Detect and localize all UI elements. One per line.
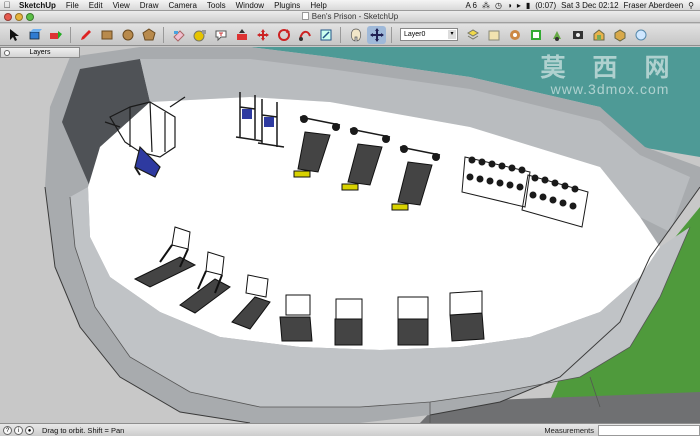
- menu-file[interactable]: File: [61, 1, 84, 10]
- menu-help[interactable]: Help: [305, 1, 331, 10]
- watermark-url: www.3dmox.com: [550, 81, 670, 97]
- scale-icon[interactable]: [316, 26, 335, 44]
- treadmill-5[interactable]: [334, 298, 363, 346]
- layer-select[interactable]: Layer0 ▾: [400, 28, 458, 41]
- layer-select-value: Layer0: [404, 31, 426, 38]
- rotate-icon[interactable]: [274, 26, 293, 44]
- components-icon[interactable]: [505, 26, 524, 44]
- layers-palette-title: Layers: [29, 49, 51, 56]
- watermark: 莫 西 网 www.3dmox.com: [530, 55, 690, 97]
- toolbar: Layer0 ▾: [0, 24, 700, 46]
- bluetooth-icon[interactable]: ⁂: [482, 1, 490, 10]
- menu-sketchup[interactable]: SketchUp: [14, 1, 61, 10]
- rectangle-icon[interactable]: [97, 26, 116, 44]
- menu-draw[interactable]: Draw: [135, 1, 164, 10]
- move-icon[interactable]: [253, 26, 272, 44]
- battery-time[interactable]: (0:07): [535, 1, 556, 10]
- adobe-status[interactable]: A 6: [465, 1, 477, 10]
- battery-icon[interactable]: ▮: [526, 1, 530, 10]
- toolbar-separator: [163, 26, 164, 43]
- toolbar-separator: [391, 26, 392, 43]
- status-hint: Drag to orbit. Shift = Pan: [42, 425, 125, 435]
- measurements-input[interactable]: [598, 424, 700, 436]
- credits-icon[interactable]: i: [14, 425, 23, 435]
- orbit-icon[interactable]: [346, 26, 365, 44]
- document-icon: [301, 12, 309, 20]
- time-machine-icon[interactable]: ◷: [495, 1, 502, 10]
- model-viewport[interactable]: 莫 西 网 www.3dmox.com: [0, 47, 700, 423]
- layers-icon[interactable]: [463, 26, 482, 44]
- apple-menu-icon[interactable]: : [0, 0, 14, 10]
- model-scene[interactable]: [0, 47, 700, 423]
- layers-palette[interactable]: Layers: [0, 47, 80, 58]
- measurements-label: Measurements: [544, 425, 594, 435]
- menu-bar:  SketchUp File Edit View Draw Camera To…: [0, 0, 700, 11]
- treadmill-6[interactable]: [397, 296, 429, 346]
- window-title: Ben's Prison - SketchUp: [0, 12, 700, 21]
- window-title-text: Ben's Prison - SketchUp: [311, 12, 399, 21]
- toolbar-separator: [70, 26, 71, 43]
- window-title-bar: Ben's Prison - SketchUp: [0, 11, 700, 23]
- scenes-icon[interactable]: [568, 26, 587, 44]
- menu-camera[interactable]: Camera: [163, 1, 201, 10]
- pan-icon[interactable]: [367, 25, 386, 44]
- materials-icon[interactable]: [484, 26, 503, 44]
- menu-view[interactable]: View: [108, 1, 135, 10]
- polygon-icon[interactable]: [139, 26, 158, 44]
- push-pull-icon[interactable]: [232, 26, 251, 44]
- circle-icon[interactable]: [118, 26, 137, 44]
- geo-location-icon[interactable]: ?: [3, 425, 12, 435]
- sketchup-screen:  SketchUp File Edit View Draw Camera To…: [0, 0, 700, 436]
- tape-measure-icon[interactable]: [190, 26, 209, 44]
- menu-plugins[interactable]: Plugins: [269, 1, 305, 10]
- treadmill-7[interactable]: [449, 290, 485, 342]
- user-icon[interactable]: ●: [25, 425, 34, 435]
- watermark-title: 莫 西 网: [540, 54, 680, 82]
- toolbar-separator: [340, 26, 341, 43]
- menu-tools[interactable]: Tools: [202, 1, 231, 10]
- clock[interactable]: Sat 3 Dec 02:12: [561, 1, 618, 10]
- measurements-box: Measurements: [540, 424, 700, 436]
- wifi-icon[interactable]: ◑: [507, 1, 512, 10]
- status-bar: ? i ● Drag to orbit. Shift = Pan Measure…: [0, 423, 700, 436]
- chevron-down-icon[interactable]: ▾: [448, 30, 456, 39]
- menu-edit[interactable]: Edit: [84, 1, 108, 10]
- volume-icon[interactable]: ▸: [517, 1, 521, 10]
- styles-icon[interactable]: [526, 26, 545, 44]
- spotlight-icon[interactable]: ⚲: [688, 1, 694, 10]
- shadows-icon[interactable]: [547, 26, 566, 44]
- follow-me-icon[interactable]: [295, 26, 314, 44]
- extension-icon[interactable]: [631, 26, 650, 44]
- share-model-icon[interactable]: [610, 26, 629, 44]
- paint-bucket-icon[interactable]: [46, 26, 65, 44]
- make-component-icon[interactable]: [25, 26, 44, 44]
- eraser-icon[interactable]: [169, 26, 188, 44]
- text-icon[interactable]: [211, 26, 230, 44]
- get-models-icon[interactable]: [589, 26, 608, 44]
- menu-extras: A 6 ⁂ ◷ ◑ ▸ ▮ (0:07) Sat 3 Dec 02:12 Fra…: [465, 1, 700, 10]
- menu-window[interactable]: Window: [231, 1, 269, 10]
- select-icon[interactable]: [4, 26, 23, 44]
- pencil-icon[interactable]: [76, 26, 95, 44]
- user-name[interactable]: Fraser Aberdeen: [624, 1, 684, 10]
